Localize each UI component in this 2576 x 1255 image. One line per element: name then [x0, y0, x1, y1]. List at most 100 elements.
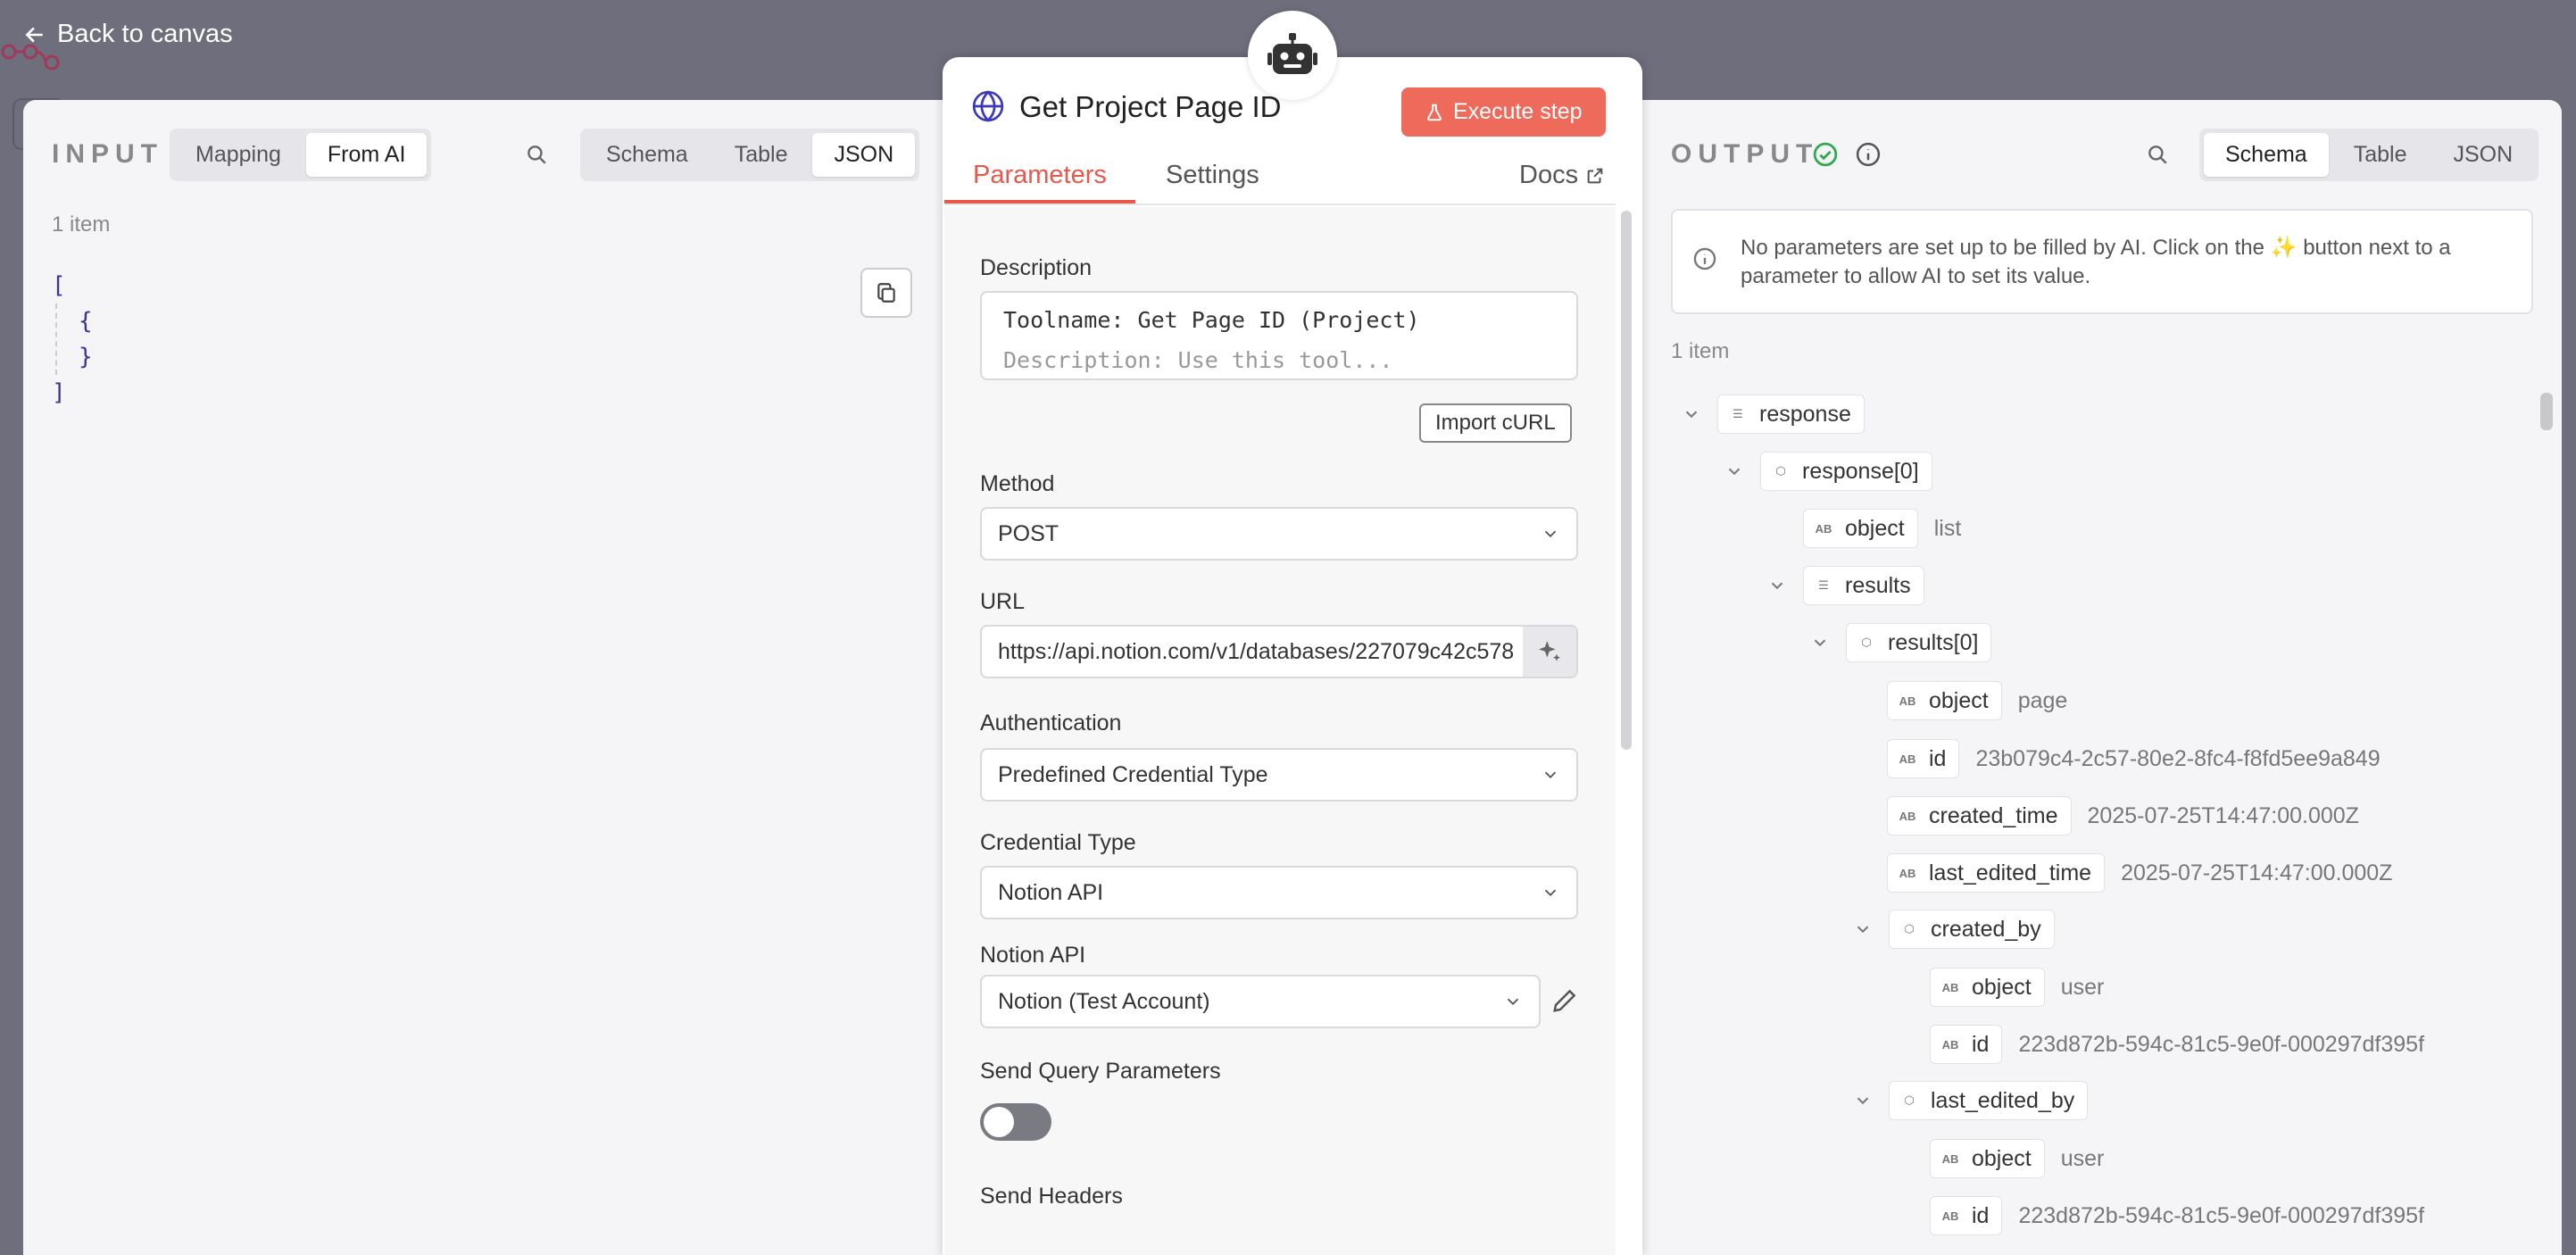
key-label: id [1972, 1031, 1990, 1057]
ai-params-notice: No parameters are set up to be filled by… [1671, 209, 2533, 314]
info-icon[interactable] [1855, 141, 1882, 168]
tree-row[interactable]: AB last_edited_time 2025-07-25T14:47:00.0… [1887, 852, 2392, 893]
copy-icon [877, 283, 895, 303]
docs-label: Docs [1519, 161, 1579, 189]
key-label: results [1845, 572, 1911, 598]
tree-row[interactable]: AB id 223d872b-594c-81c5-9e0f-000297df395… [1930, 1195, 2424, 1236]
input-panel [23, 100, 951, 1255]
key-label: last_edited_by [1931, 1087, 2075, 1113]
tree-row[interactable]: AB created_time 2025-07-25T14:47:00.000Z [1887, 795, 2359, 836]
json-bracket-open: [ [52, 272, 66, 299]
tree-row[interactable]: ⬡ last_edited_by [1853, 1080, 2089, 1121]
schema-value: 2025-07-25T14:47:00.000Z [2087, 802, 2359, 828]
robot-icon [1267, 33, 1317, 74]
key-label: created_time [1929, 802, 2058, 828]
tree-row[interactable]: ☰ results [1767, 565, 1924, 606]
schema-key: AB object [1930, 968, 2045, 1007]
schema-key: AB id [1887, 739, 1960, 778]
schema-key: ☰ results [1803, 566, 1924, 605]
string-type-icon: AB [1941, 980, 1959, 994]
execute-step-button[interactable]: Execute step [1401, 87, 1606, 137]
schema-key: AB object [1803, 509, 1918, 548]
url-input[interactable]: https://api.notion.com/v1/databases/2270… [980, 625, 1578, 678]
output-tab-schema[interactable]: Schema [2204, 133, 2329, 177]
tree-row[interactable]: ☰ response [1682, 394, 1865, 435]
edit-pencil-icon[interactable] [1551, 987, 1578, 1014]
schema-key: ⬡ results[0] [1846, 623, 1992, 662]
schema-key: AB created_time [1887, 796, 2072, 835]
url-value: https://api.notion.com/v1/databases/2270… [998, 638, 1515, 664]
chevron-down-icon[interactable] [1853, 1091, 1873, 1110]
credential-type-label: Credential Type [980, 830, 1136, 855]
key-label: object [1845, 515, 1905, 541]
tab-table[interactable]: Table [713, 133, 810, 177]
notion-credential-select[interactable]: Notion (Test Account) [980, 975, 1541, 1028]
string-type-icon: AB [1815, 521, 1832, 536]
output-tab-json[interactable]: JSON [2431, 133, 2534, 177]
json-brace-close: } [79, 344, 93, 370]
description-line-2: Description: Use this tool... [1003, 347, 1393, 373]
tree-row[interactable]: ⬡ response[0] [1724, 451, 1932, 492]
input-item-count: 1 item [52, 212, 111, 237]
ai-fill-button[interactable] [1523, 627, 1576, 677]
params-scrollbar-thumb[interactable] [1621, 211, 1632, 750]
send-query-toggle[interactable] [980, 1103, 1051, 1141]
tab-parameters[interactable]: Parameters [973, 161, 1107, 190]
tab-from-ai[interactable]: From AI [305, 133, 428, 177]
tree-row[interactable]: ⬡ results[0] [1810, 622, 1992, 663]
credential-type-select[interactable]: Notion API [980, 866, 1578, 919]
globe-icon [972, 90, 1004, 122]
schema-key: AB object [1930, 1139, 2045, 1178]
output-tab-table[interactable]: Table [2332, 133, 2429, 177]
chevron-down-icon[interactable] [1853, 919, 1873, 939]
output-scrollbar-thumb[interactable] [2540, 393, 2553, 430]
chevron-down-icon[interactable] [1724, 461, 1744, 481]
description-label: Description [980, 255, 1093, 280]
method-select[interactable]: POST [980, 507, 1578, 561]
chevron-down-icon[interactable] [1767, 576, 1787, 595]
send-headers-label: Send Headers [980, 1184, 1123, 1209]
tree-row[interactable]: AB id 223d872b-594c-81c5-9e0f-000297df395… [1930, 1024, 2424, 1065]
tab-json[interactable]: JSON [812, 133, 916, 177]
chevron-down-icon [1544, 889, 1557, 897]
execute-label: Execute step [1453, 99, 1583, 124]
schema-key: ⬡ response[0] [1760, 452, 1932, 491]
schema-value: 223d872b-594c-81c5-9e0f-000297df395f [2018, 1031, 2425, 1057]
authentication-select[interactable]: Predefined Credential Type [980, 748, 1578, 802]
copy-button[interactable] [860, 268, 912, 318]
send-query-label: Send Query Parameters [980, 1059, 1221, 1084]
cube-icon: ⬡ [1861, 636, 1872, 649]
tree-row[interactable]: ⬡ created_by [1853, 909, 2055, 950]
tree-row[interactable]: AB object user [1930, 1138, 2104, 1179]
json-brace-open: { [79, 308, 93, 335]
chevron-down-icon[interactable] [1682, 404, 1701, 424]
tree-row[interactable]: AB object list [1803, 508, 1961, 549]
tab-mapping[interactable]: Mapping [174, 133, 303, 177]
string-type-icon: AB [1899, 694, 1916, 708]
cube-icon: ⬡ [1904, 922, 1915, 935]
docs-link[interactable]: Docs [1519, 161, 1605, 190]
output-search-icon[interactable] [2146, 143, 2169, 166]
key-label: object [1929, 687, 1989, 713]
schema-key: AB id [1930, 1196, 2003, 1235]
key-label: response[0] [1802, 458, 1919, 484]
tree-row[interactable]: AB object user [1930, 967, 2104, 1008]
tree-row[interactable]: AB id 23b079c4-2c57-80e2-8fc4-f8fd5ee9a84… [1887, 738, 2381, 779]
key-label: created_by [1931, 916, 2041, 942]
tab-schema[interactable]: Schema [585, 133, 710, 177]
schema-key: AB id [1930, 1025, 2003, 1064]
node-title[interactable]: Get Project Page ID [1019, 90, 1281, 124]
chevron-down-icon[interactable] [1810, 633, 1830, 652]
tab-settings[interactable]: Settings [1166, 161, 1259, 190]
schema-value: list [1933, 515, 1962, 541]
method-value: POST [998, 520, 1059, 546]
tree-row[interactable]: AB object page [1887, 680, 2067, 721]
string-type-icon: AB [1899, 809, 1916, 823]
schema-key: AB last_edited_time [1887, 853, 2106, 893]
key-label: id [1972, 1202, 1990, 1228]
schema-value: 23b079c4-2c57-80e2-8fc4-f8fd5ee9a849 [1975, 745, 2381, 771]
import-curl-button[interactable]: Import cURL [1419, 403, 1572, 443]
key-label: id [1929, 745, 1947, 771]
search-icon[interactable] [525, 143, 548, 166]
description-textarea[interactable]: Toolname: Get Page ID (Project) Descript… [980, 291, 1578, 380]
